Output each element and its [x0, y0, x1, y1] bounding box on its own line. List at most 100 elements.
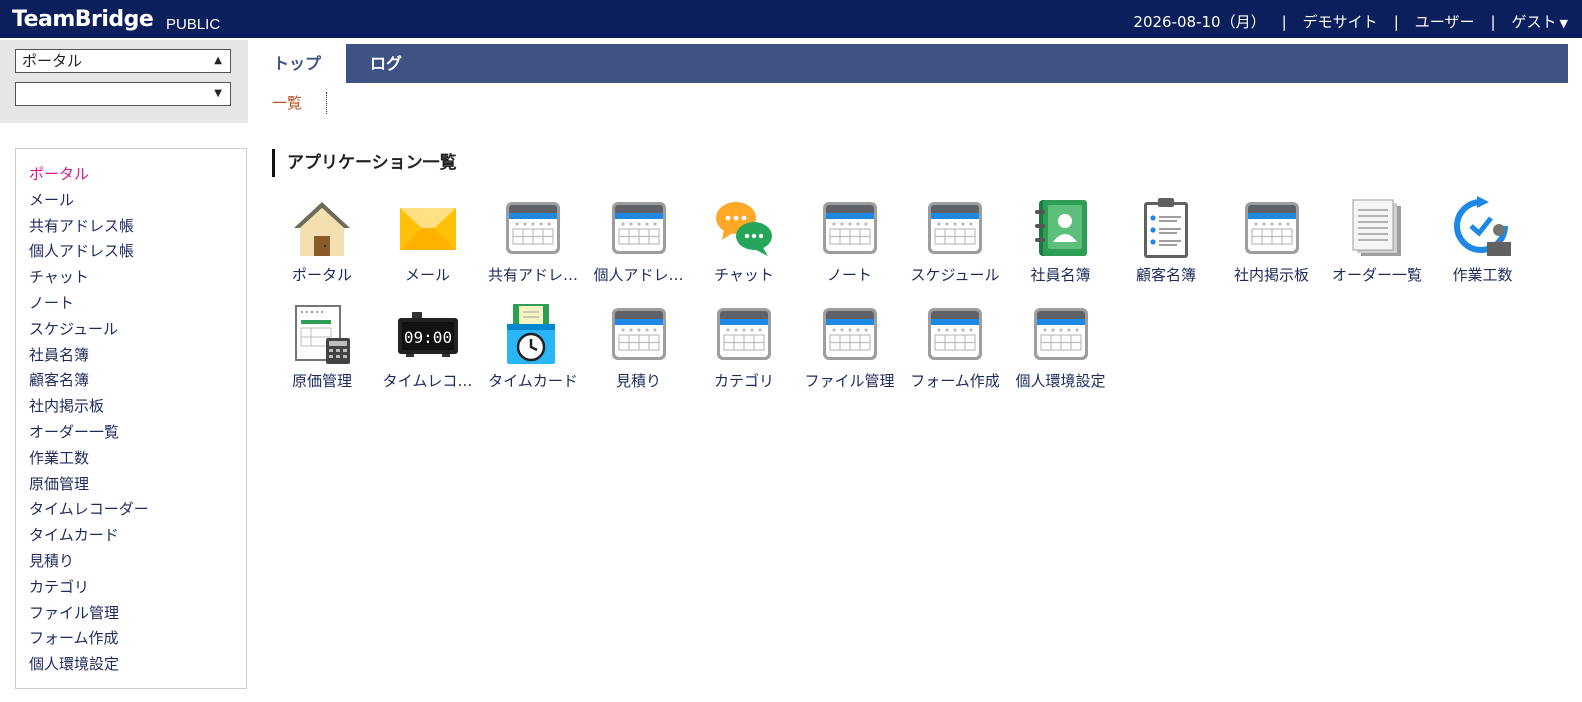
sidebar-item[interactable]: 見積り — [29, 549, 246, 575]
sidebar-item[interactable]: オーダー一覧 — [29, 420, 246, 446]
app-tile-label: メール — [404, 266, 450, 284]
worker-clock-icon — [1453, 196, 1511, 256]
app-tile[interactable]: オーダー一覧 — [1324, 192, 1430, 290]
app-tile-label: 原価管理 — [291, 372, 352, 390]
calendar-grid-icon — [822, 308, 877, 360]
house-icon — [294, 202, 350, 256]
app-tile-label: ファイル管理 — [804, 372, 895, 390]
app-tile-label: スケジュール — [910, 266, 1000, 284]
app-tile-label: 社内掲示板 — [1233, 266, 1309, 284]
demo-site-link[interactable]: デモサイト — [1303, 11, 1378, 32]
app-tile-label: 個人アドレ… — [593, 266, 684, 284]
portal-select[interactable]: ポータル ▲ — [15, 49, 231, 73]
caret-down-icon: ▼ — [1559, 17, 1568, 30]
app-tile[interactable]: ファイル管理 — [797, 298, 903, 396]
calendar-grid-icon — [506, 202, 560, 254]
sidebar-item[interactable]: チャット — [29, 265, 246, 291]
sidebar-item[interactable]: 顧客名簿 — [29, 368, 246, 394]
app-tile[interactable]: 09:00 タイムレコ… — [375, 298, 481, 396]
calendar-grid-icon — [1244, 202, 1299, 254]
tab-top[interactable]: トップ — [248, 44, 346, 83]
user-menu[interactable]: ユーザー — [1415, 11, 1475, 32]
secondary-select[interactable]: ▼ — [15, 82, 231, 106]
contact-book-icon — [1034, 200, 1087, 256]
app-tile[interactable]: 個人環境設定 — [1008, 298, 1114, 396]
app-tile-label: カテゴリ — [713, 372, 774, 390]
app-tile[interactable]: 社内掲示板 — [1219, 192, 1325, 290]
app-tile[interactable]: 作業工数 — [1430, 192, 1536, 290]
sidebar-item[interactable]: 個人アドレス帳 — [29, 239, 246, 265]
calendar-grid-icon — [928, 308, 982, 360]
sidebar-item[interactable]: ノート — [29, 291, 246, 317]
selector-panel: ポータル ▲ ▼ — [0, 40, 248, 123]
app-tile-label: オーダー一覧 — [1331, 266, 1422, 284]
subnav-list-link[interactable]: 一覧 — [272, 92, 328, 114]
tab-log[interactable]: ログ — [346, 44, 426, 83]
brand-logo[interactable]: TeamBridge — [12, 7, 154, 32]
app-tile[interactable]: 個人アドレ… — [586, 192, 692, 290]
app-tile[interactable]: ノート — [797, 192, 903, 290]
calendar-grid-icon — [717, 308, 771, 360]
app-tile-label: 共有アドレ… — [487, 266, 578, 284]
sidebar-item[interactable]: 個人環境設定 — [29, 652, 246, 678]
app-tile[interactable]: チャット — [691, 192, 797, 290]
brand-subtitle: PUBLIC — [166, 16, 221, 33]
portal-select-value: ポータル — [22, 52, 83, 70]
calendar-grid-icon — [611, 202, 666, 254]
sidebar-item[interactable]: 社員名簿 — [29, 343, 246, 369]
time-card-icon — [507, 304, 555, 364]
calendar-grid-icon — [822, 202, 877, 254]
chat-bubbles-icon — [716, 202, 772, 256]
sidebar-item[interactable]: ファイル管理 — [29, 601, 246, 627]
document-stack-icon — [1352, 199, 1401, 256]
caret-up-icon: ▲ — [214, 55, 222, 66]
calendar-grid-icon — [611, 308, 666, 360]
app-tile[interactable]: タイムカード — [480, 298, 586, 396]
sidebar-item[interactable]: カテゴリ — [29, 575, 246, 601]
app-tile[interactable]: カテゴリ — [691, 298, 797, 396]
app-tile-label: タイムレコ… — [382, 372, 473, 390]
sidebar-item[interactable]: 作業工数 — [29, 446, 246, 472]
header-menu: 2026-08-10（月） | デモサイト | ユーザー | ゲスト ▼ — [1133, 11, 1568, 32]
sidebar-item[interactable]: スケジュール — [29, 317, 246, 343]
app-tile-label: ノート — [826, 266, 872, 284]
current-date: 2026-08-10（月） — [1133, 13, 1266, 31]
sidebar-item[interactable]: ポータル — [29, 162, 246, 188]
sidebar-item[interactable]: 社内掲示板 — [29, 394, 246, 420]
page-title: アプリケーション一覧 — [272, 149, 457, 177]
app-tile-label: 見積り — [615, 372, 661, 390]
sidebar: ポータル メール 共有アドレス帳 個人アドレス帳 チャット ノート スケジュール 社員名簿 顧客… — [15, 148, 247, 689]
sidebar-item[interactable]: タイムカード — [29, 523, 246, 549]
app-tile-label: タイムカード — [488, 372, 578, 390]
app-tile[interactable]: 社員名簿 — [1008, 192, 1114, 290]
app-tile[interactable]: フォーム作成 — [902, 298, 1008, 396]
app-tile[interactable]: メール — [375, 192, 481, 290]
clipboard-list-icon — [1144, 198, 1188, 258]
clock-readout: 09:00 — [403, 328, 451, 347]
header-separator: | — [1490, 12, 1496, 31]
sidebar-item[interactable]: 共有アドレス帳 — [29, 214, 246, 240]
sidebar-list: ポータル メール 共有アドレス帳 個人アドレス帳 チャット ノート スケジュール 社員名簿 顧客… — [16, 149, 246, 678]
app-tile-label: 個人環境設定 — [1015, 372, 1106, 390]
sidebar-item[interactable]: 原価管理 — [29, 472, 246, 498]
caret-down-icon: ▼ — [214, 88, 222, 99]
header-separator: | — [1393, 12, 1399, 31]
app-tile[interactable]: 見積り — [586, 298, 692, 396]
sidebar-item[interactable]: フォーム作成 — [29, 626, 246, 652]
envelope-icon — [399, 208, 456, 250]
app-tile[interactable]: ポータル — [269, 192, 375, 290]
header-separator: | — [1281, 12, 1287, 31]
guest-menu[interactable]: ゲスト ▼ — [1512, 11, 1568, 32]
spreadsheet-calculator-icon — [295, 305, 350, 364]
calendar-grid-icon — [928, 202, 982, 254]
digital-clock-icon: 09:00 — [397, 312, 458, 357]
app-tile[interactable]: 共有アドレ… — [480, 192, 586, 290]
header-bar: TeamBridge PUBLIC 2026-08-10（月） | デモサイト … — [0, 0, 1582, 38]
sidebar-item[interactable]: メール — [29, 188, 246, 214]
sidebar-item[interactable]: タイムレコーダー — [29, 497, 246, 523]
app-tile[interactable]: 原価管理 — [269, 298, 375, 396]
tab-bar: トップ ログ — [248, 44, 1568, 83]
app-tile-label: ポータル — [291, 266, 352, 284]
app-tile[interactable]: 顧客名簿 — [1113, 192, 1219, 290]
app-tile[interactable]: スケジュール — [902, 192, 1008, 290]
